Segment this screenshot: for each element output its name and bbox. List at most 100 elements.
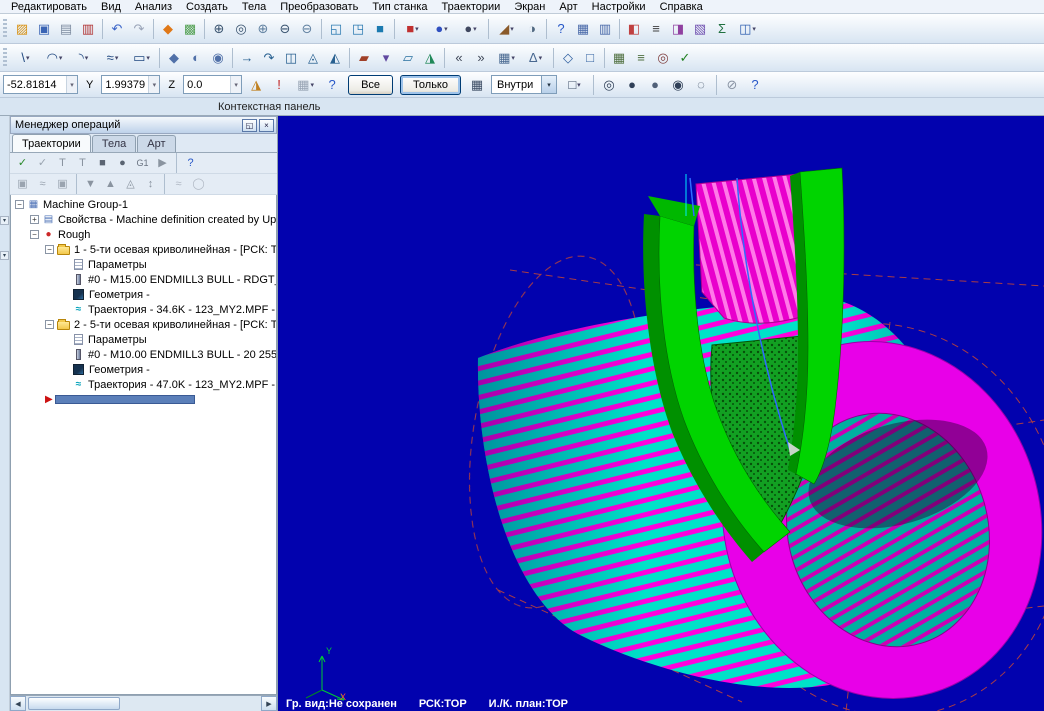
- tab-траектории[interactable]: Траектории: [12, 134, 91, 152]
- collapse-box-icon[interactable]: −: [45, 320, 54, 329]
- attributes-button[interactable]: ▧: [689, 18, 711, 40]
- xform-translate-button[interactable]: →: [236, 47, 258, 69]
- select-all-button[interactable]: Все: [348, 74, 394, 95]
- menu-item-7[interactable]: Тип станка: [365, 1, 434, 13]
- collapse-box-icon[interactable]: −: [15, 200, 24, 209]
- backplot-button[interactable]: ■: [93, 154, 112, 172]
- hide-toolpath-button[interactable]: ≈: [169, 175, 188, 193]
- solid-extrude-button[interactable]: ◆: [163, 47, 185, 69]
- selection-help-button[interactable]: ?: [744, 74, 766, 96]
- sigma-chain-button[interactable]: Σ: [711, 18, 733, 40]
- tree-item[interactable]: ≈ Траектория - 34.6K - 123_MY2.MPF -: [11, 302, 276, 317]
- insert-position-bar[interactable]: [54, 395, 195, 404]
- select-undo-button[interactable]: ◌: [690, 74, 712, 96]
- xform-mirror-button[interactable]: ◫: [280, 47, 302, 69]
- menu-item-12[interactable]: Справка: [653, 1, 710, 13]
- menu-item-8[interactable]: Траектории: [435, 1, 508, 13]
- inside-select[interactable]: Внутри ▾: [491, 75, 557, 94]
- machine-definition-button[interactable]: ◎: [652, 47, 674, 69]
- regen-selected-button[interactable]: T: [53, 154, 72, 172]
- tree-item[interactable]: + ▤ Свойства - Machine definition created …: [11, 212, 276, 227]
- wcs-menu-button[interactable]: ≡: [630, 47, 652, 69]
- line-style-button[interactable]: ● ▾: [456, 18, 485, 40]
- z-coordinate-input[interactable]: [184, 76, 231, 93]
- chevron-down-icon[interactable]: ▾: [541, 76, 556, 93]
- clear-selection-button[interactable]: ⊘: [721, 74, 743, 96]
- fit-screen-button[interactable]: ◱: [325, 18, 347, 40]
- guess-warning-button[interactable]: !: [268, 74, 290, 96]
- quick-mask-grid-button[interactable]: ▦: [466, 74, 488, 96]
- menu-item-1[interactable]: Редактировать: [4, 1, 94, 13]
- y-coordinate-label[interactable]: Y: [81, 79, 98, 91]
- chevron-down-icon[interactable]: ▾: [230, 76, 242, 93]
- material-brush-button[interactable]: ◢ ▾: [492, 18, 521, 40]
- zoom-out-button[interactable]: ⊖: [296, 18, 318, 40]
- cursor-image-button[interactable]: ▦ ▾: [291, 74, 320, 96]
- z-coordinate-label[interactable]: Z: [163, 79, 180, 91]
- undo-button[interactable]: ↶: [106, 18, 128, 40]
- x-coordinate-input[interactable]: [4, 76, 66, 93]
- scroll-left-arrow-icon[interactable]: ◀: [10, 696, 26, 711]
- panel-dock-button[interactable]: ◱: [242, 118, 257, 132]
- grid-settings-button[interactable]: ▦ ▾: [492, 47, 521, 69]
- tab-арт[interactable]: Арт: [137, 135, 176, 152]
- y-coordinate-input[interactable]: [102, 76, 149, 93]
- gview-iso-button[interactable]: ◇: [557, 47, 579, 69]
- tree-item[interactable]: Геометрия -: [11, 362, 276, 377]
- sketch-line-button[interactable]: \ ▾: [11, 47, 40, 69]
- post-process-button[interactable]: G1: [133, 154, 152, 172]
- menu-item-6[interactable]: Преобразовать: [273, 1, 365, 13]
- scrollbar-track[interactable]: [26, 696, 261, 711]
- gview-front-button[interactable]: ▦: [572, 18, 594, 40]
- zoom-previous-button[interactable]: ⊖: [274, 18, 296, 40]
- e-options-button[interactable]: ◫ ▾: [733, 18, 762, 40]
- entity-attributes-toggle-button[interactable]: ◧: [623, 18, 645, 40]
- report-button[interactable]: ▥: [77, 18, 99, 40]
- sketch-fillet-button[interactable]: ◝ ▾: [69, 47, 98, 69]
- backplot-end-button[interactable]: »: [470, 47, 492, 69]
- repaint-button[interactable]: ◳: [347, 18, 369, 40]
- autocursor-help-button[interactable]: ?: [321, 74, 343, 96]
- tree-item[interactable]: Параметры: [11, 332, 276, 347]
- level-manager-button[interactable]: ≡: [645, 18, 667, 40]
- select-all-dirty-button[interactable]: ✓: [33, 154, 52, 172]
- menu-item-3[interactable]: Анализ: [128, 1, 179, 13]
- help-pointer-button[interactable]: ?: [550, 18, 572, 40]
- menu-item-4[interactable]: Создать: [179, 1, 235, 13]
- docked-toolbar-overflow-1[interactable]: ▾: [0, 216, 9, 225]
- select-result-button[interactable]: ◎: [598, 74, 620, 96]
- sketch-spline-button[interactable]: ≈ ▾: [98, 47, 127, 69]
- menu-item-9[interactable]: Экран: [507, 1, 552, 13]
- sketch-shape-button[interactable]: ▭ ▾: [127, 47, 156, 69]
- operations-help-button[interactable]: ?: [181, 154, 200, 172]
- scroll-insert-button[interactable]: ↕: [141, 175, 160, 193]
- no-display-button[interactable]: ◯: [189, 175, 208, 193]
- z-depth-button[interactable]: ◨: [667, 18, 689, 40]
- chevron-down-icon[interactable]: ▾: [148, 76, 160, 93]
- tree-item[interactable]: Параметры: [11, 257, 276, 272]
- select-last-button[interactable]: ◉: [667, 74, 689, 96]
- tree-item[interactable]: ≈ Траектория - 47.0K - 123_MY2.MPF -: [11, 377, 276, 392]
- tree-item[interactable]: − ▦ Machine Group-1: [11, 197, 276, 212]
- zoom-window-button[interactable]: ⊕: [208, 18, 230, 40]
- toolpath-contour-button[interactable]: ▰: [353, 47, 375, 69]
- gview-top-button[interactable]: □: [579, 47, 601, 69]
- point-style-button[interactable]: ● ▾: [427, 18, 456, 40]
- tree-item[interactable]: #0 - M10.00 ENDMILL3 BULL - 20 2555: [11, 347, 276, 362]
- blank-screen-button[interactable]: ■: [369, 18, 391, 40]
- move-insert-up-button[interactable]: ▲: [101, 175, 120, 193]
- shading-mode-button[interactable]: ◑: [521, 18, 543, 40]
- select-all-operations-button[interactable]: ✓: [13, 154, 32, 172]
- operations-manager-titlebar[interactable]: Менеджер операций ◱ ×: [10, 116, 277, 134]
- menu-item-11[interactable]: Настройки: [585, 1, 653, 13]
- xform-rotate-button[interactable]: ↷: [258, 47, 280, 69]
- select-mask-button[interactable]: ●: [644, 74, 666, 96]
- horizontal-scrollbar[interactable]: ◀ ▶: [10, 695, 277, 711]
- print-button[interactable]: ▤: [55, 18, 77, 40]
- backplot-start-button[interactable]: «: [448, 47, 470, 69]
- solid-boolean-button[interactable]: ◉: [207, 47, 229, 69]
- panel-close-button[interactable]: ×: [259, 118, 274, 132]
- toolbar-grip[interactable]: [3, 18, 7, 39]
- save-file-button[interactable]: ▣: [33, 18, 55, 40]
- plane-manager-button[interactable]: ▦: [608, 47, 630, 69]
